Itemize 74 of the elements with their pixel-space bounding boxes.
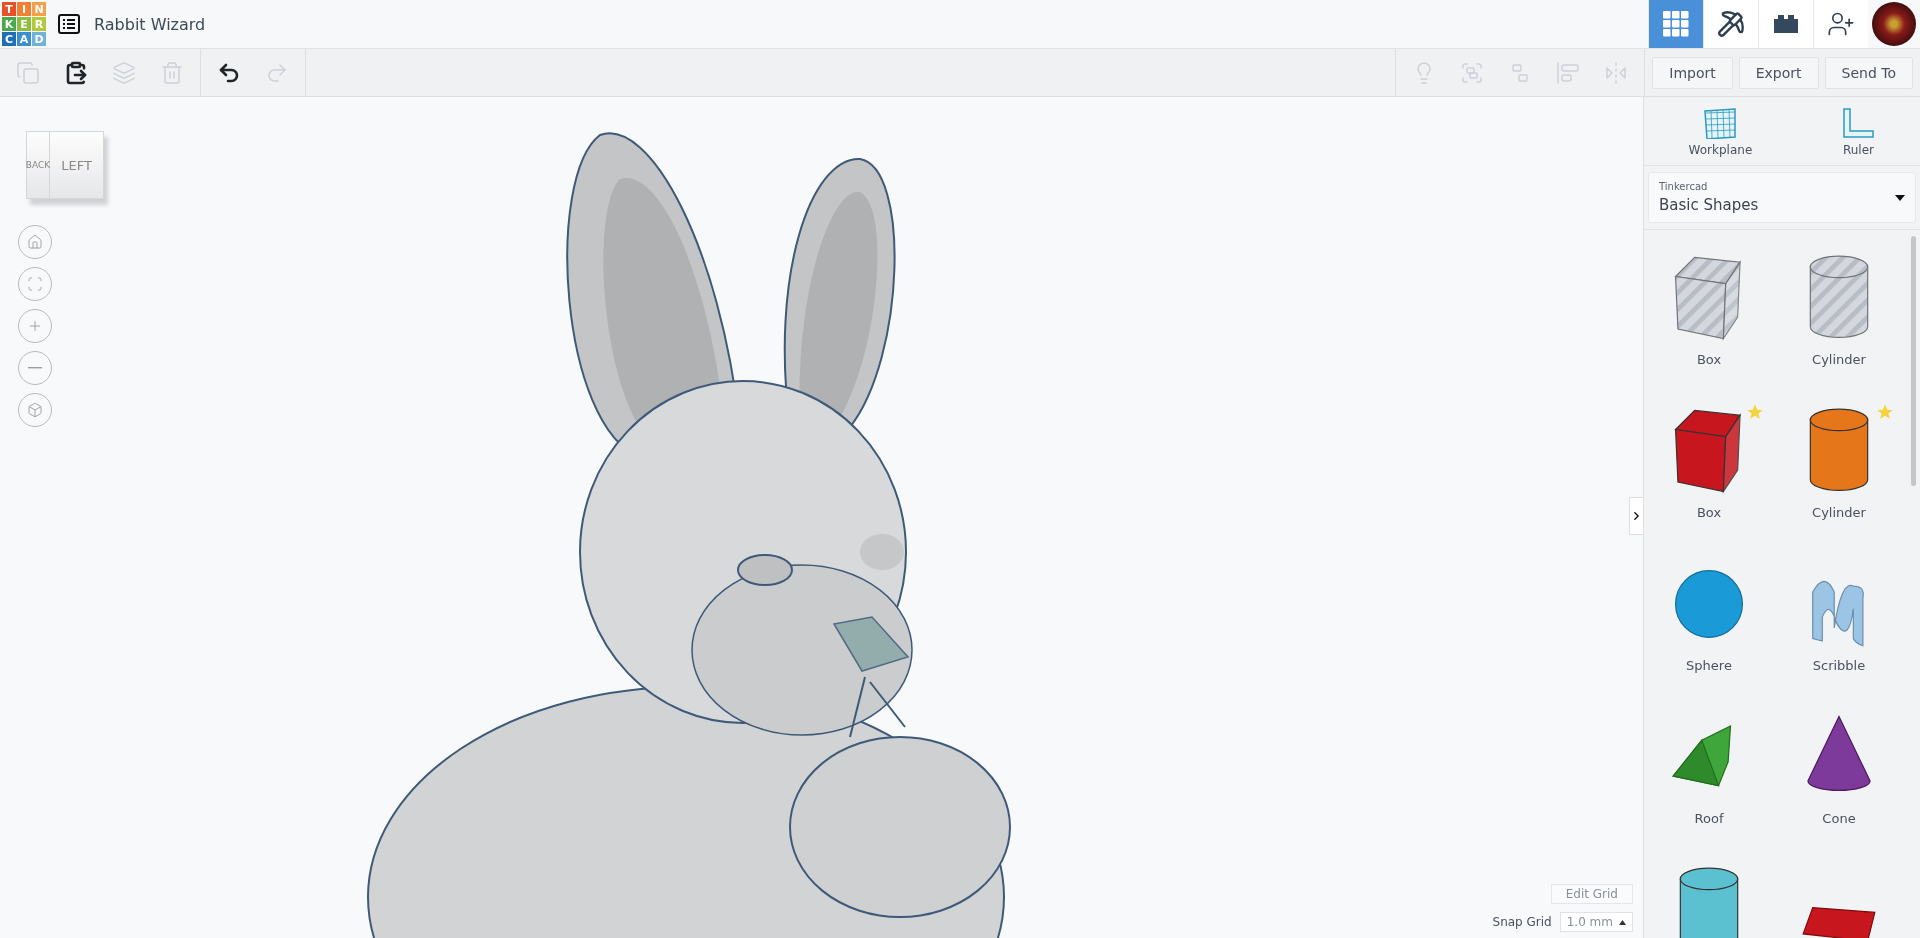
ortho-view-button[interactable] <box>18 393 52 427</box>
logo-letter: A <box>17 32 31 46</box>
shape-label: Cone <box>1822 811 1856 826</box>
scribble-drawing <box>1812 580 1864 647</box>
grid-plane-icon <box>1703 107 1738 139</box>
shape-label: Cylinder <box>1812 505 1866 520</box>
duplicate-icon <box>112 60 136 85</box>
sphere-drawing <box>1674 569 1744 639</box>
group-icon <box>1460 60 1485 85</box>
ruler-icon <box>1841 107 1876 139</box>
logo-letter: E <box>17 17 31 31</box>
action-button[interactable]: Export <box>1738 56 1819 89</box>
logo-letter: C <box>2 32 16 46</box>
list-menu-icon[interactable] <box>58 14 80 34</box>
logo-letter: K <box>2 17 16 31</box>
shape-item[interactable]: Box <box>1644 250 1774 403</box>
grid-icon <box>1663 11 1689 37</box>
tinkercad-logo[interactable]: T I N K E R C A D <box>2 2 46 46</box>
pickaxe-nav-button[interactable] <box>1703 0 1758 48</box>
pickaxe-icon <box>1717 10 1745 38</box>
zoom-in-view-button[interactable] <box>18 309 52 343</box>
library-source-label: Tinkercad <box>1659 181 1709 192</box>
logo-letter: D <box>32 32 46 46</box>
align-icon <box>1556 60 1581 85</box>
home-view-button[interactable] <box>18 225 52 259</box>
shape-item[interactable]: Sphere <box>1644 556 1774 709</box>
logo-letter: N <box>32 2 46 16</box>
logo-letter: R <box>32 17 46 31</box>
ortho-icon <box>27 402 43 418</box>
scrollbar[interactable] <box>1911 236 1916 486</box>
bricks-nav-button[interactable] <box>1758 0 1813 48</box>
shape-label: Cylinder <box>1812 352 1866 367</box>
dropdown-caret-icon <box>1895 194 1905 201</box>
add-user-icon <box>1827 10 1855 38</box>
copy-icon <box>16 60 40 85</box>
cube-face-label: LEFT <box>60 156 93 175</box>
action-button[interactable]: Import <box>1652 56 1733 89</box>
avatar[interactable] <box>1872 2 1916 46</box>
action-button[interactable]: Send To <box>1824 56 1913 89</box>
workplane-tool-button[interactable]: Workplane <box>1688 107 1753 157</box>
shape-item[interactable]: Cylinder <box>1774 250 1904 403</box>
shape-item[interactable]: Roof <box>1644 709 1774 862</box>
fit-icon <box>27 276 43 292</box>
shape-item[interactable]: Scribble <box>1774 556 1904 709</box>
cube-face-label: BACK <box>27 132 50 198</box>
rabbit-model-drawing[interactable] <box>367 132 1011 938</box>
shape-label: Box <box>1696 352 1722 367</box>
caret-up-icon <box>1619 919 1626 925</box>
delete-icon <box>160 60 184 85</box>
collapse-panel-button[interactable] <box>1629 497 1643 535</box>
shape-library-dropdown[interactable]: Tinkercad Basic Shapes <box>1648 172 1916 223</box>
zoom-in-icon <box>27 318 43 334</box>
shape-label: Sphere <box>1686 658 1732 673</box>
logo-letter: T <box>2 2 16 16</box>
shape-item[interactable]: Box <box>1644 403 1774 556</box>
shape-label: Box <box>1696 505 1722 520</box>
mirror-icon <box>1604 60 1629 85</box>
roof-drawing <box>1672 724 1732 787</box>
shape-item[interactable]: Cone <box>1774 709 1904 862</box>
add-user-nav-button[interactable] <box>1813 0 1868 48</box>
shape-item[interactable]: Cylinder <box>1774 403 1904 556</box>
fit-view-button[interactable] <box>18 267 52 301</box>
paste-icon <box>64 60 88 85</box>
snap-grid-label: Snap Grid <box>1492 915 1552 929</box>
design-title[interactable]: Rabbit Wizard <box>94 14 206 34</box>
ruler-tool-button[interactable]: Ruler <box>1841 107 1876 157</box>
shape-label: Roof <box>1694 811 1724 826</box>
shape-label: Scribble <box>1812 658 1866 673</box>
logo-letter: I <box>17 2 31 16</box>
brick-icon <box>1772 14 1800 34</box>
library-name: Basic Shapes <box>1659 196 1759 214</box>
home-icon <box>27 234 43 250</box>
zoom-out-view-button[interactable] <box>18 351 52 385</box>
cylinder-drawing <box>1679 867 1739 938</box>
